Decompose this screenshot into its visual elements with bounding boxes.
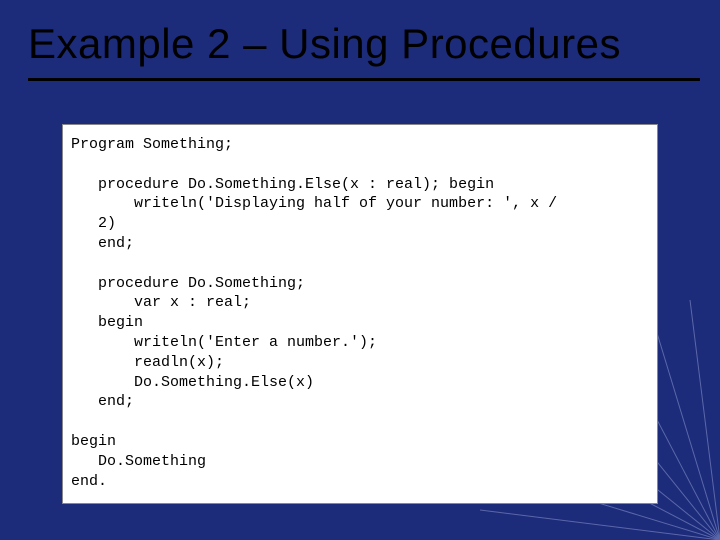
code-line: end; [71,235,134,252]
code-line: end; [71,393,134,410]
code-line: writeln('Enter a number.'); [71,334,377,351]
code-line: readln(x); [71,354,224,371]
title-underline [28,78,700,81]
code-line: begin [71,433,116,450]
code-line: Program Something; [71,136,233,153]
code-line: begin [71,314,143,331]
page-title: Example 2 – Using Procedures [28,20,692,68]
code-line: 2) [71,215,116,232]
code-line: var x : real; [71,294,251,311]
slide: Example 2 – Using Procedures Program Som… [0,0,720,540]
code-line: end. [71,473,107,490]
code-line: procedure Do.Something.Else(x : real); b… [71,176,494,193]
code-line: procedure Do.Something; [71,275,305,292]
code-box: Program Something; procedure Do.Somethin… [62,124,658,504]
code-line: Do.Something [71,453,206,470]
code-line: Do.Something.Else(x) [71,374,314,391]
code-line: writeln('Displaying half of your number:… [71,195,557,212]
code-content: Program Something; procedure Do.Somethin… [71,135,649,491]
